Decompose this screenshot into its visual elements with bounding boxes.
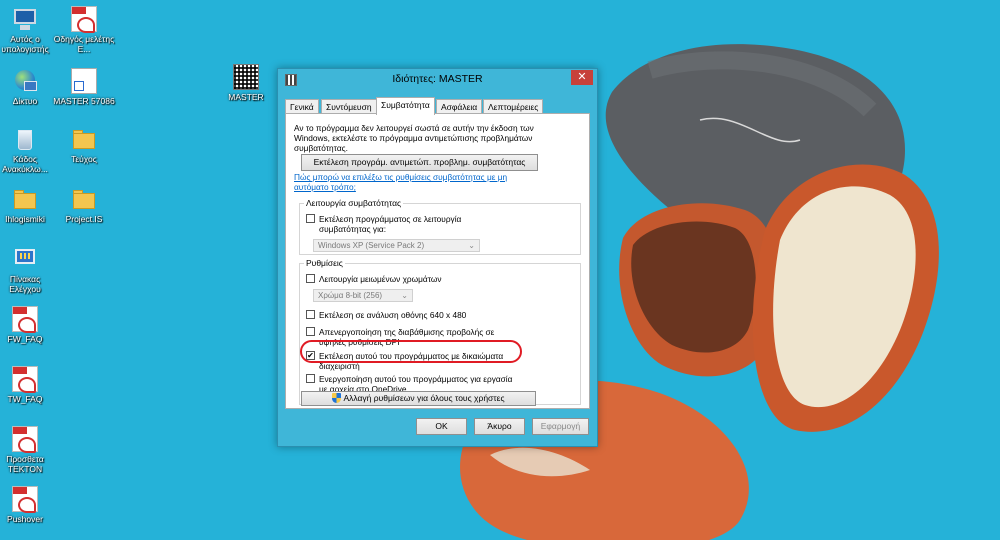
color-depth-select: Χρώμα 8-bit (256) ⌄ — [313, 289, 413, 302]
desktop-icon-master[interactable]: MASTER — [215, 64, 277, 102]
desktop-icon-label: TW_FAQ — [7, 394, 43, 404]
onedrive-checkbox[interactable] — [306, 374, 315, 383]
cancel-button[interactable]: Άκυρο — [474, 418, 525, 435]
desktop-icon-label: Προσθετα TEKTON — [6, 454, 44, 474]
compatibility-panel: Αν το πρόγραμμα δεν λειτουργεί σωστά σε … — [285, 113, 590, 409]
desktop-icon-teuxos[interactable]: Τεύχος — [53, 126, 115, 164]
chevron-down-icon: ⌄ — [401, 291, 408, 300]
desktop-icon-this-pc[interactable]: Αυτός ο υπολογιστής — [0, 6, 56, 54]
disable-dpi-checkbox[interactable] — [306, 327, 315, 336]
troubleshooter-button[interactable]: Εκτέλεση προγράμ. αντιμετώπ. προβλημ. συ… — [301, 154, 538, 171]
pdf-icon — [71, 6, 97, 33]
reduced-color-label: Λειτουργία μειωμένων χρωμάτων — [319, 274, 442, 284]
computer-icon — [12, 6, 38, 32]
run-as-admin-highlight — [300, 340, 522, 363]
desktop-icon-recycle-bin[interactable]: Κάδος Ανακύκλω... — [0, 126, 56, 174]
master-app-icon — [233, 64, 259, 90]
uac-shield-icon — [332, 393, 342, 403]
folder-icon — [71, 126, 97, 152]
desktop-icon-label: MASTER 57086 — [53, 96, 115, 106]
desktop-icon-label: FW_FAQ — [7, 334, 43, 344]
desktop-icon-project-is[interactable]: Project.IS — [53, 186, 115, 224]
desktop-icon-label: Κάδος Ανακύκλω... — [2, 154, 48, 174]
desktop-icon-label: Πίνακας Ελέγχου — [9, 274, 41, 294]
desktop-icon-master-57086[interactable]: MASTER 57086 — [53, 68, 115, 106]
change-settings-all-users-button[interactable]: Αλλαγή ρυθμίσεων για όλους τους χρήστες — [301, 391, 536, 406]
intro-text: Αν το πρόγραμμα δεν λειτουργεί σωστά σε … — [294, 123, 534, 153]
folder-icon — [12, 186, 38, 212]
tab-compatibility[interactable]: Συμβατότητα — [376, 97, 435, 115]
desktop-icon-ihlogismiki[interactable]: Ihlogismiki — [0, 186, 56, 224]
desktop-icon-label: Αυτός ο υπολογιστής — [1, 34, 49, 54]
settings-group: Ρυθμίσεις Λειτουργία μειωμένων χρωμάτων … — [299, 258, 581, 405]
compat-mode-group-title: Λειτουργία συμβατότητας — [304, 198, 404, 208]
properties-dialog: Ιδιότητες: MASTER ✕ Γενικά Συντόμευση Συ… — [277, 68, 598, 447]
file-shortcut-icon — [71, 68, 97, 94]
close-button[interactable]: ✕ — [571, 70, 593, 85]
change-settings-all-users-label: Αλλαγή ρυθμίσεων για όλους τους χρήστες — [343, 393, 505, 403]
desktop-icon-label: MASTER — [228, 92, 264, 102]
dialog-titlebar[interactable]: Ιδιότητες: MASTER ✕ — [278, 69, 597, 91]
manual-settings-link[interactable]: Πώς μπορώ να επιλέξω τις ρυθμίσεις συμβα… — [294, 172, 529, 192]
settings-group-title: Ρυθμίσεις — [304, 258, 345, 268]
compat-mode-label: Εκτέλεση προγράμματος σε λειτουργία συμβ… — [319, 214, 462, 234]
desktop-icon-control-panel[interactable]: Πίνακας Ελέγχου — [0, 246, 56, 294]
tab-shortcut[interactable]: Συντόμευση — [321, 99, 377, 114]
desktop-icon-label: Οδηγός μελέτης Ε... — [53, 34, 115, 54]
desktop-icon-tw-faq[interactable]: TW_FAQ — [0, 366, 56, 404]
desktop-icon-network[interactable]: Δίκτυο — [0, 68, 56, 106]
pdf-icon — [12, 426, 38, 453]
ok-button[interactable]: OK — [416, 418, 467, 435]
tab-general[interactable]: Γενικά — [285, 99, 319, 114]
desktop-icon-label: Δίκτυο — [12, 96, 38, 106]
desktop-icon-pushover[interactable]: Pushover — [0, 486, 56, 524]
reduced-color-checkbox[interactable] — [306, 274, 315, 283]
desktop-icon-label: Pushover — [7, 514, 43, 524]
os-version-select: Windows XP (Service Pack 2) ⌄ — [313, 239, 480, 252]
compat-mode-checkbox[interactable] — [306, 214, 315, 223]
desktop-icon-study-guide[interactable]: Οδηγός μελέτης Ε... — [53, 6, 115, 54]
pdf-icon — [12, 486, 38, 513]
res-640-checkbox[interactable] — [306, 310, 315, 319]
pdf-icon — [12, 366, 38, 393]
tab-security[interactable]: Ασφάλεια — [436, 99, 483, 114]
network-icon — [12, 68, 38, 94]
desktop-icon-label: Ihlogismiki — [5, 214, 45, 224]
chevron-down-icon: ⌄ — [468, 241, 475, 250]
os-version-value: Windows XP (Service Pack 2) — [318, 241, 425, 250]
desktop-icon-fw-faq[interactable]: FW_FAQ — [0, 306, 56, 344]
res-640-label: Εκτέλεση σε ανάλυση οθόνης 640 x 480 — [319, 310, 467, 320]
color-depth-value: Χρώμα 8-bit (256) — [318, 291, 383, 300]
compat-mode-group: Λειτουργία συμβατότητας Εκτέλεση προγράμ… — [299, 198, 581, 255]
desktop-icon-prostheta-tekton[interactable]: Προσθετα TEKTON — [0, 426, 56, 474]
control-panel-icon — [12, 246, 38, 272]
desktop-icon-label: Τεύχος — [71, 154, 97, 164]
desktop-icon-label: Project.IS — [65, 214, 103, 224]
dialog-title: Ιδιότητες: MASTER — [392, 73, 483, 85]
apply-button[interactable]: Εφαρμογή — [532, 418, 589, 435]
folder-icon — [71, 186, 97, 212]
recycle-bin-icon — [12, 126, 38, 152]
pdf-icon — [12, 306, 38, 333]
tab-details[interactable]: Λεπτομέρειες — [483, 99, 544, 114]
